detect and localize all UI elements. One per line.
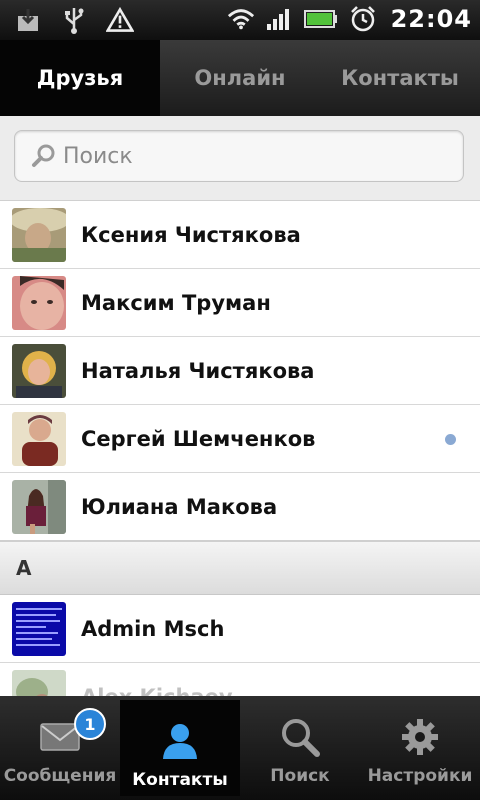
contact-name: Admin Msch <box>81 616 225 641</box>
nav-contacts[interactable]: Контакты <box>120 700 240 796</box>
nav-label: Настройки <box>367 766 473 786</box>
search-icon <box>27 141 61 171</box>
magnifier-icon <box>280 714 320 760</box>
nav-messages[interactable]: 1 Сообщения <box>0 696 120 800</box>
search-box[interactable] <box>14 130 464 182</box>
usb-icon <box>60 6 88 34</box>
online-status-indicator <box>445 434 456 445</box>
gear-icon <box>400 714 440 760</box>
contact-name: Наталья Чистякова <box>81 358 315 383</box>
avatar <box>12 343 66 398</box>
battery-icon <box>303 5 339 33</box>
contact-row[interactable]: Ксения Чистякова <box>0 201 480 269</box>
nav-label: Контакты <box>132 770 228 790</box>
alarm-icon <box>349 5 377 33</box>
tab-contacts[interactable]: Контакты <box>320 40 480 116</box>
contact-name: Сергей Шемченков <box>81 426 316 451</box>
contact-row[interactable]: Юлиана Макова <box>0 473 480 540</box>
tab-online[interactable]: Онлайн <box>160 40 320 116</box>
avatar <box>12 479 66 534</box>
unread-badge: 1 <box>74 708 106 740</box>
search-bar <box>0 116 480 201</box>
person-icon <box>160 718 200 764</box>
top-tabs: Друзья Онлайн Контакты <box>0 40 480 116</box>
contact-row[interactable]: Максим Труман <box>0 269 480 337</box>
contact-name: Максим Труман <box>81 290 271 315</box>
wifi-icon <box>227 5 255 33</box>
contact-name: Ксения Чистякова <box>81 222 301 247</box>
section-header: A <box>0 540 480 595</box>
avatar <box>12 207 66 262</box>
contact-row[interactable]: Наталья Чистякова <box>0 337 480 405</box>
contact-row[interactable]: Admin Msch <box>0 595 480 663</box>
avatar <box>12 601 66 656</box>
avatar <box>12 275 66 330</box>
section-letter: A <box>16 556 32 580</box>
nav-search[interactable]: Поиск <box>240 696 360 800</box>
contact-name: Юлиана Макова <box>81 494 278 519</box>
nav-label: Поиск <box>270 766 330 786</box>
avatar <box>12 411 66 466</box>
nav-label: Сообщения <box>3 766 117 786</box>
warning-icon <box>106 6 134 34</box>
download-icon <box>14 6 42 34</box>
bottom-navigation: 1 Сообщения Контакты Поиск Настройки <box>0 696 480 800</box>
search-input[interactable] <box>61 142 445 170</box>
nav-settings[interactable]: Настройки <box>360 696 480 800</box>
contact-row[interactable]: Сергей Шемченков <box>0 405 480 473</box>
signal-icon <box>265 5 293 33</box>
contact-list: Ксения Чистякова Максим Труман Наталья Ч… <box>0 201 480 731</box>
tab-friends[interactable]: Друзья <box>0 40 160 116</box>
status-time: 22:04 <box>390 5 472 33</box>
status-bar: 22:04 <box>0 0 480 40</box>
